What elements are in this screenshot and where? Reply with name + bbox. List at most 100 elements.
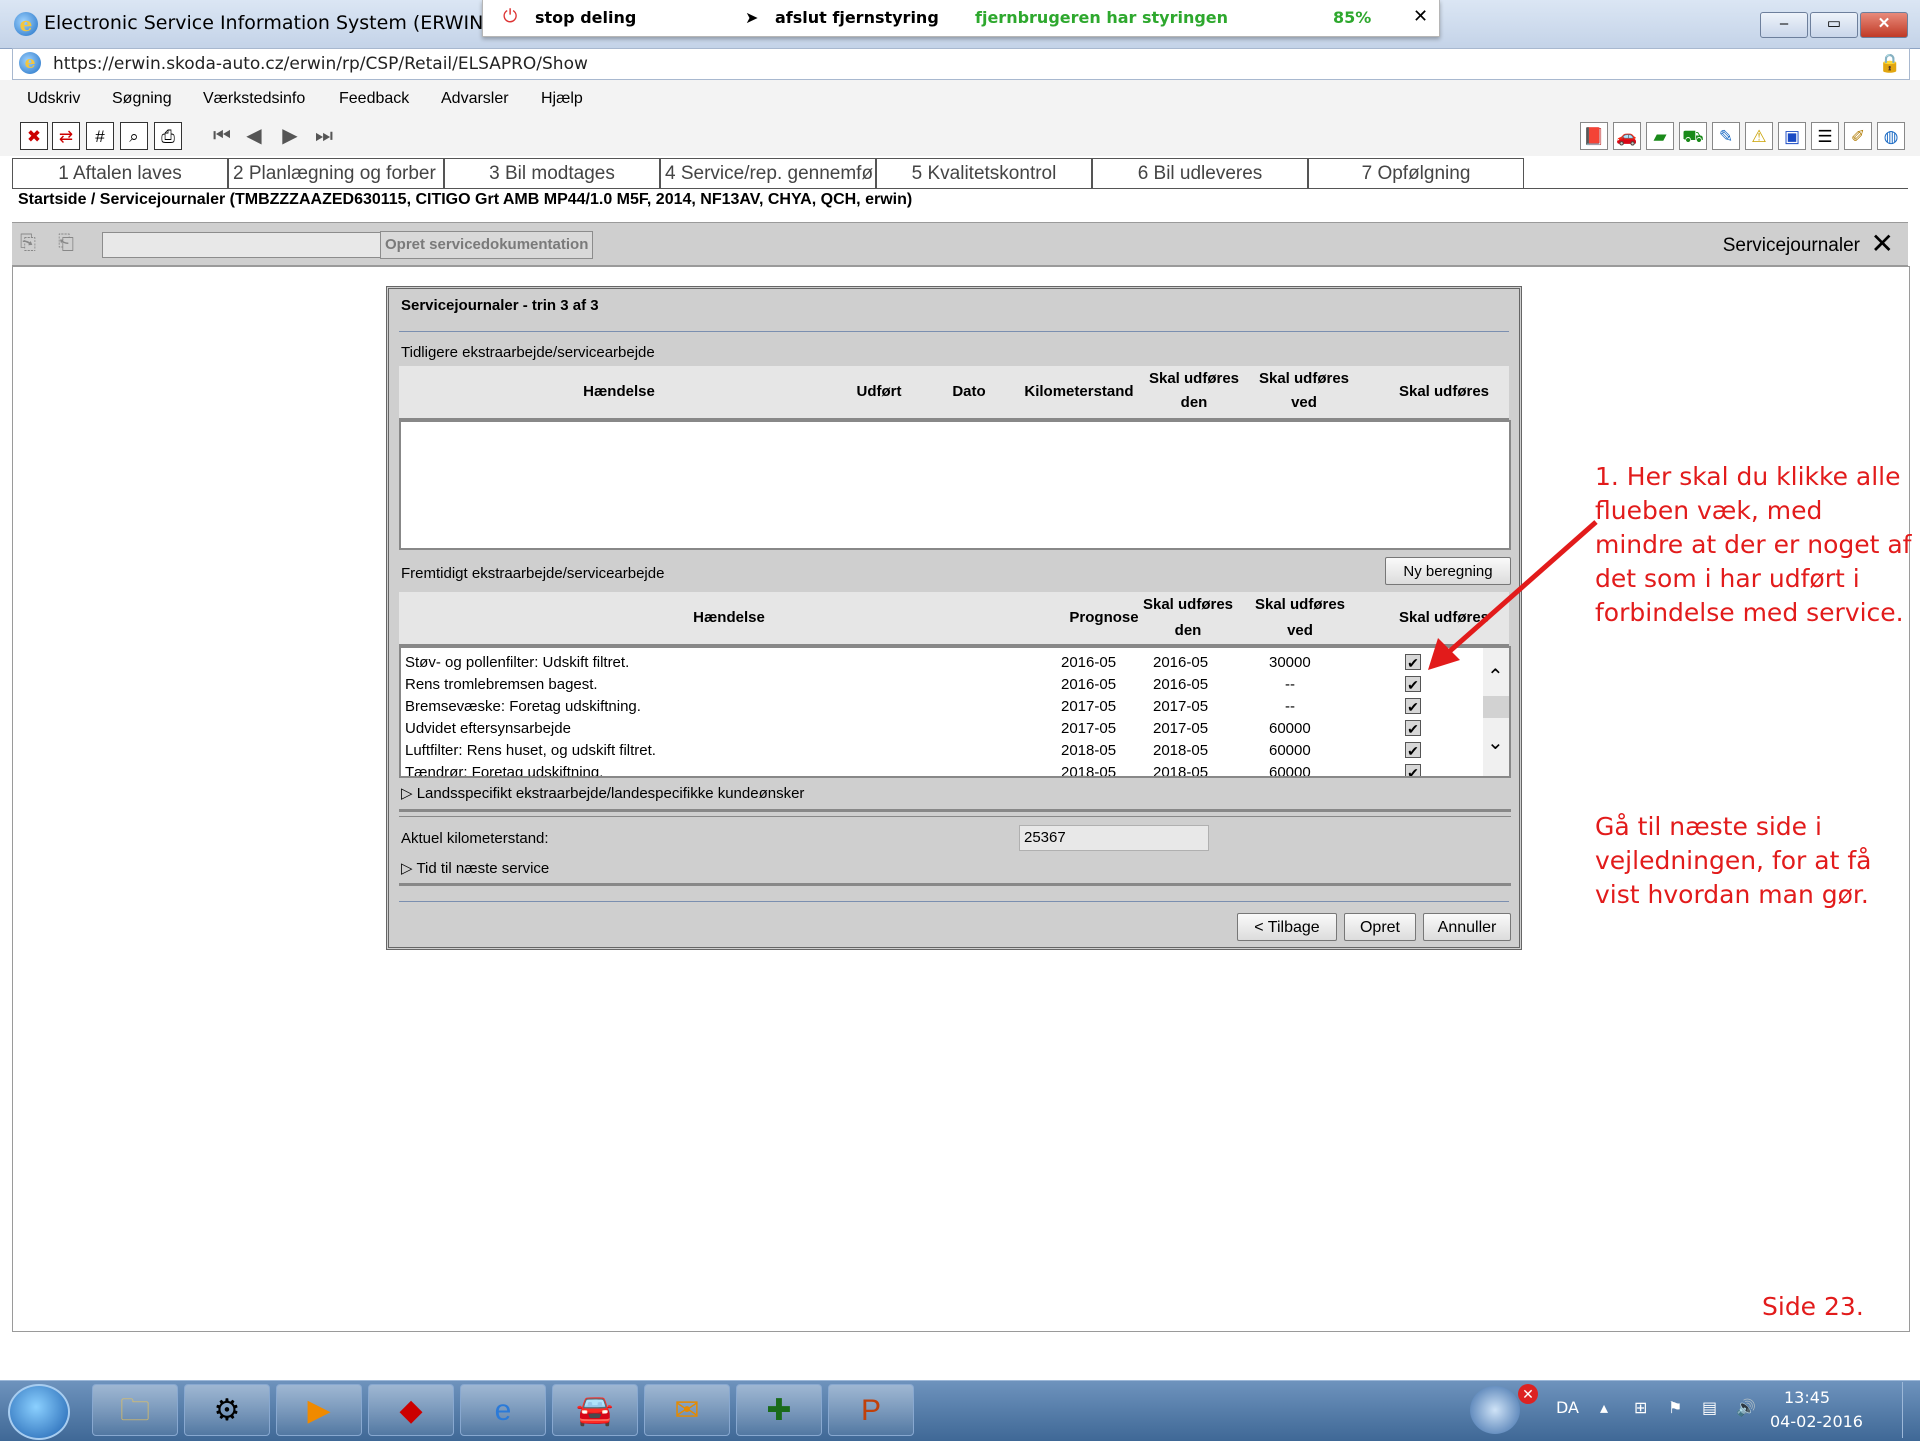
globe-icon[interactable]: ◍ — [1877, 122, 1905, 150]
ie-page-icon: e — [19, 52, 41, 74]
menu-vaerkstedsinfo[interactable]: Værkstedsinfo — [203, 90, 305, 108]
row-forecast: 2017-05 — [1061, 720, 1117, 737]
media-player-icon[interactable]: ▶ — [276, 1384, 362, 1436]
pin-icon[interactable]: ✕ — [1413, 6, 1428, 27]
row-checkbox[interactable]: ✔ — [1405, 654, 1421, 671]
url-text[interactable]: https://erwin.skoda-auto.cz/erwin/rp/CSP… — [53, 54, 588, 74]
row-due-date: 2017-05 — [1153, 720, 1209, 737]
previous-page-icon[interactable]: ◀ — [240, 122, 268, 150]
network-car-icon[interactable] — [1470, 1386, 1520, 1434]
stop-sharing-button[interactable]: stop deling — [535, 8, 636, 27]
warning-icon[interactable]: ⚠ — [1745, 122, 1773, 150]
clock-time[interactable]: 13:45 — [1784, 1388, 1830, 1407]
tab-opfoelgning[interactable]: 7 Opfølgning — [1308, 158, 1524, 188]
tab-bil-modtages[interactable]: 3 Bil modtages — [444, 158, 660, 188]
col-dato: Dato — [952, 383, 986, 400]
col-skal-den-2: den — [1180, 394, 1208, 411]
internet-explorer-icon[interactable]: e — [460, 1384, 546, 1436]
tab-service-gennemfoeres[interactable]: 4 Service/rep. gennemfø — [660, 158, 876, 188]
create-service-doc-button[interactable]: Opret servicedokumentation — [380, 231, 594, 259]
show-desktop-button[interactable] — [1902, 1382, 1919, 1438]
add-icon[interactable]: ✚ — [736, 1384, 822, 1436]
create-button[interactable]: Opret — [1344, 913, 1416, 941]
country-section-label: Landsspecifikt ekstraarbejde/landespecif… — [416, 785, 805, 802]
country-section-toggle[interactable]: ▷ Landsspecifikt ekstraarbejde/landespec… — [401, 784, 804, 802]
expand-triangle-icon: ▷ — [401, 785, 417, 802]
vehicle-icon[interactable]: ⛟ — [1679, 122, 1707, 150]
close-window-button[interactable]: ✕ — [1860, 12, 1908, 38]
explorer-icon[interactable]: 🗀 — [92, 1384, 178, 1436]
col-skal-den-1: Skal udføres — [1148, 370, 1240, 387]
row-checkbox[interactable]: ✔ — [1405, 676, 1421, 693]
last-page-icon[interactable]: ⏭ — [310, 122, 338, 150]
print-icon[interactable]: ⎙ — [154, 122, 182, 150]
menu-soegning[interactable]: Søgning — [112, 90, 172, 108]
search-icon[interactable]: ⌕ — [120, 122, 148, 150]
outlook-icon[interactable]: ✉ — [644, 1384, 730, 1436]
swap-icon[interactable]: ⇄ — [52, 122, 80, 150]
row-checkbox[interactable]: ✔ — [1405, 742, 1421, 759]
end-remote-button[interactable]: afslut fjernstyring — [775, 8, 939, 27]
edit-icon[interactable]: ✐ — [1844, 122, 1872, 150]
pointer-icon: ➤ — [745, 8, 759, 27]
tab-aftalen-laves[interactable]: 1 Aftalen laves — [12, 158, 228, 188]
car-icon[interactable]: 🚗 — [1613, 122, 1641, 150]
network-icon[interactable]: ▤ — [1702, 1398, 1717, 1417]
car-app-icon[interactable]: 🚘 — [552, 1384, 638, 1436]
back-button[interactable]: < Tilbage — [1237, 913, 1337, 941]
menu-advarsler[interactable]: Advarsler — [441, 90, 509, 108]
tab-bil-udleveres[interactable]: 6 Bil udleveres — [1092, 158, 1308, 188]
folder-icon[interactable]: ⎗ — [58, 232, 74, 255]
action-center-icon[interactable]: ⚑ — [1668, 1398, 1682, 1417]
green-book-icon[interactable]: ▰ — [1646, 122, 1674, 150]
app2-icon[interactable]: ◆ — [368, 1384, 454, 1436]
divider — [399, 331, 1509, 332]
row-event: Støv- og pollenfilter: Udskift filtret. — [405, 654, 630, 671]
col-skal-ved-1: Skal udføres — [1258, 370, 1350, 387]
list-icon[interactable]: ☰ — [1811, 122, 1839, 150]
new-document-icon[interactable]: ⎘ — [20, 232, 36, 255]
menu-hjaelp[interactable]: Hjælp — [541, 90, 583, 108]
close-icon[interactable]: ✕ — [1871, 227, 1894, 260]
minimize-button[interactable]: – — [1760, 12, 1808, 38]
hash-icon[interactable]: # — [86, 122, 114, 150]
first-page-icon[interactable]: ⏮ — [208, 122, 236, 150]
row-due-km: 60000 — [1269, 720, 1311, 737]
next-service-toggle[interactable]: ▷ Tid til næste service — [401, 859, 549, 877]
maximize-button[interactable]: ▭ — [1810, 12, 1858, 38]
row-due-date: 2018-05 — [1153, 742, 1209, 759]
tools-icon[interactable]: ✎ — [1712, 122, 1740, 150]
next-page-icon[interactable]: ▶ — [276, 122, 304, 150]
menu-bar: Udskriv Søgning Værkstedsinfo Feedback A… — [0, 80, 1920, 119]
tray-arrow-icon[interactable]: ▴ — [1600, 1398, 1608, 1417]
row-checkbox[interactable]: ✔ — [1405, 698, 1421, 715]
notification-badge-icon: ✕ — [1518, 1384, 1538, 1404]
start-button[interactable] — [8, 1384, 70, 1440]
document-input[interactable] — [102, 232, 384, 258]
tab-kvalitetskontrol[interactable]: 5 Kvalitetskontrol — [876, 158, 1092, 188]
row-checkbox[interactable]: ✔ — [1405, 764, 1421, 776]
cancel-button[interactable]: Annuller — [1423, 913, 1511, 941]
powerpoint-icon[interactable]: P — [828, 1384, 914, 1436]
save-icon[interactable]: ▣ — [1778, 122, 1806, 150]
scroll-down-icon[interactable]: ⌄ — [1487, 730, 1504, 755]
menu-udskriv[interactable]: Udskriv — [27, 90, 80, 108]
row-checkbox[interactable]: ✔ — [1405, 720, 1421, 737]
menu-feedback[interactable]: Feedback — [339, 90, 409, 108]
km-input[interactable]: 25367 — [1019, 825, 1209, 851]
scroll-thumb[interactable] — [1483, 696, 1509, 718]
volume-icon[interactable]: 🔊 — [1736, 1398, 1756, 1417]
tab-divider — [12, 188, 1908, 189]
tab-planlaegning[interactable]: 2 Planlægning og forber — [228, 158, 444, 188]
app-icon[interactable]: ⚙ — [184, 1384, 270, 1436]
toolbar: ✖ ⇄ # ⌕ ⎙ ⏮ ◀ ▶ ⏭ 📕 🚗 ▰ ⛟ ✎ ⚠ ▣ ☰ ✐ ◍ — [0, 118, 1920, 156]
expand-triangle-icon: ▷ — [401, 860, 417, 877]
col-skal-den-1: Skal udføres — [1142, 596, 1234, 613]
address-bar[interactable]: e https://erwin.skoda-auto.cz/erwin/rp/C… — [12, 48, 1910, 80]
windows-flag-icon[interactable]: ⊞ — [1634, 1398, 1647, 1417]
book-icon[interactable]: 📕 — [1580, 122, 1608, 150]
row-forecast: 2018-05 — [1061, 764, 1117, 778]
language-indicator[interactable]: DA — [1556, 1398, 1579, 1417]
clock-date[interactable]: 04-02-2016 — [1770, 1412, 1863, 1431]
delete-icon[interactable]: ✖ — [20, 122, 48, 150]
